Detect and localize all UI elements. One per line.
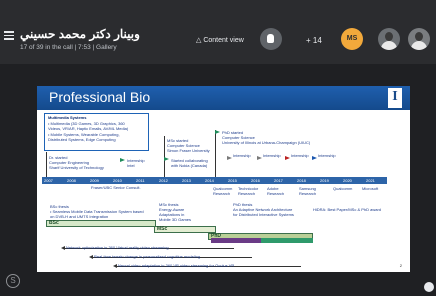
internship-flag (312, 156, 317, 160)
employer-label: Research (299, 191, 317, 196)
multimedia-systems-box: Multimedia Systems • Multimedia (3D Game… (44, 113, 149, 151)
thesis-label: Mobile 3D Games (159, 217, 192, 222)
project-label: Real-time terrain change in personalized… (94, 254, 201, 259)
content-view-button[interactable]: △ Content view (196, 36, 244, 44)
milestone-label: University of Illinois at Urbana-Champai… (222, 140, 311, 145)
call-status: 17 of 39 in the call | 7:53 | Gallery (20, 44, 117, 51)
year-label: 2019 (320, 178, 329, 183)
year-label: 2011 (136, 178, 145, 183)
internship-flag (227, 156, 232, 160)
milestone-label: with Nokia (Canada) (171, 163, 208, 168)
project-label: Network optimization in 360 Virtual real… (66, 245, 169, 250)
call-top-bar: وبينار دكتر محمد حسيني 17 of 39 in the c… (0, 0, 436, 64)
milestone-label: Internship (318, 153, 336, 158)
mm-heading: Multimedia Systems (48, 115, 87, 120)
milestone-line (46, 152, 47, 177)
milestone-label: Simon Fraser University (167, 148, 210, 153)
project-label: Neural video adaptation in 360 VR video … (118, 263, 235, 268)
year-label: 2017 (274, 178, 283, 183)
milestone-label: Sharif University of Technology (49, 165, 104, 170)
meeting-title: وبينار دكتر محمد حسيني (20, 27, 140, 41)
university-logo: I (388, 88, 402, 108)
participant-avatar[interactable] (408, 28, 430, 50)
year-label: 2015 (228, 178, 237, 183)
year-label: 2020 (343, 178, 352, 183)
year-label: 2014 (205, 178, 214, 183)
year-label: 2008 (67, 178, 76, 183)
person-icon (381, 41, 397, 50)
presentation-slide: Professional Bio I Multimedia Systems • … (37, 86, 410, 272)
person-face (415, 32, 423, 41)
employer-label: Research (267, 191, 285, 196)
person-face (385, 32, 393, 41)
thesis-label: for Distributed Interactive Systems (233, 212, 294, 217)
milestone-label: Intel (127, 163, 135, 168)
year-label: 2012 (159, 178, 168, 183)
menu-icon[interactable] (4, 31, 14, 40)
year-label: 2016 (251, 178, 260, 183)
slide-header: Professional Bio I (37, 86, 410, 110)
msc-bar: MSc (154, 226, 216, 233)
year-label: 2009 (90, 178, 99, 183)
year-label: 2007 (44, 178, 53, 183)
bsc-bar: BSc (46, 220, 156, 227)
timeline-bar: 2007 2008 2009 2010 2011 2012 2013 2014 … (42, 177, 387, 184)
milestone-line (215, 130, 216, 177)
avatar[interactable]: MS (341, 28, 363, 50)
thesis-label: on DVB-H and UMTS Integration (50, 214, 109, 219)
milestone-flag (215, 130, 220, 134)
milestone-label: Internship (291, 153, 309, 158)
slide-page-number: 2 (399, 263, 402, 268)
person-icon (411, 41, 427, 50)
internship-flag (257, 156, 262, 160)
milestone-label: Internship (263, 153, 281, 158)
year-label: 2018 (297, 178, 306, 183)
slide-title: Professional Bio (49, 89, 151, 105)
employer-label: Research (213, 191, 231, 196)
note-label: HiDRA: Best Paper/MSc & PhD award (313, 207, 382, 212)
year-label: 2010 (113, 178, 122, 183)
employer-label: Microsoft (362, 186, 379, 191)
content-view-label: Content view (203, 37, 244, 44)
mm-line: Distributed Systems, Edge Computing (48, 137, 116, 142)
research-bar (211, 238, 263, 243)
internship-flag (285, 156, 290, 160)
milestone-label: Internship (233, 153, 251, 158)
milestone-flag (120, 158, 125, 162)
skype-logo-icon[interactable]: S (6, 274, 20, 288)
more-options-button[interactable] (424, 282, 434, 292)
employer-label: Qualcomm (333, 186, 353, 191)
employer-label: Research (238, 191, 256, 196)
milestone-flag (164, 157, 169, 161)
msc-bar-label: MSc (157, 226, 168, 232)
note-label: Fraser/UBC Senior Consult. (91, 185, 141, 190)
participant-avatar[interactable] (378, 28, 400, 50)
participants-count[interactable]: + 14 (306, 36, 322, 45)
bsc-bar-label: BSc (49, 220, 59, 226)
year-label: 2021 (366, 178, 375, 183)
mm-line: Videos, VR/AR, Haptic Emails, AV/ML Medi… (48, 126, 129, 131)
research-bar (261, 238, 313, 243)
raise-hand-button[interactable] (260, 28, 282, 50)
year-label: 2013 (182, 178, 191, 183)
